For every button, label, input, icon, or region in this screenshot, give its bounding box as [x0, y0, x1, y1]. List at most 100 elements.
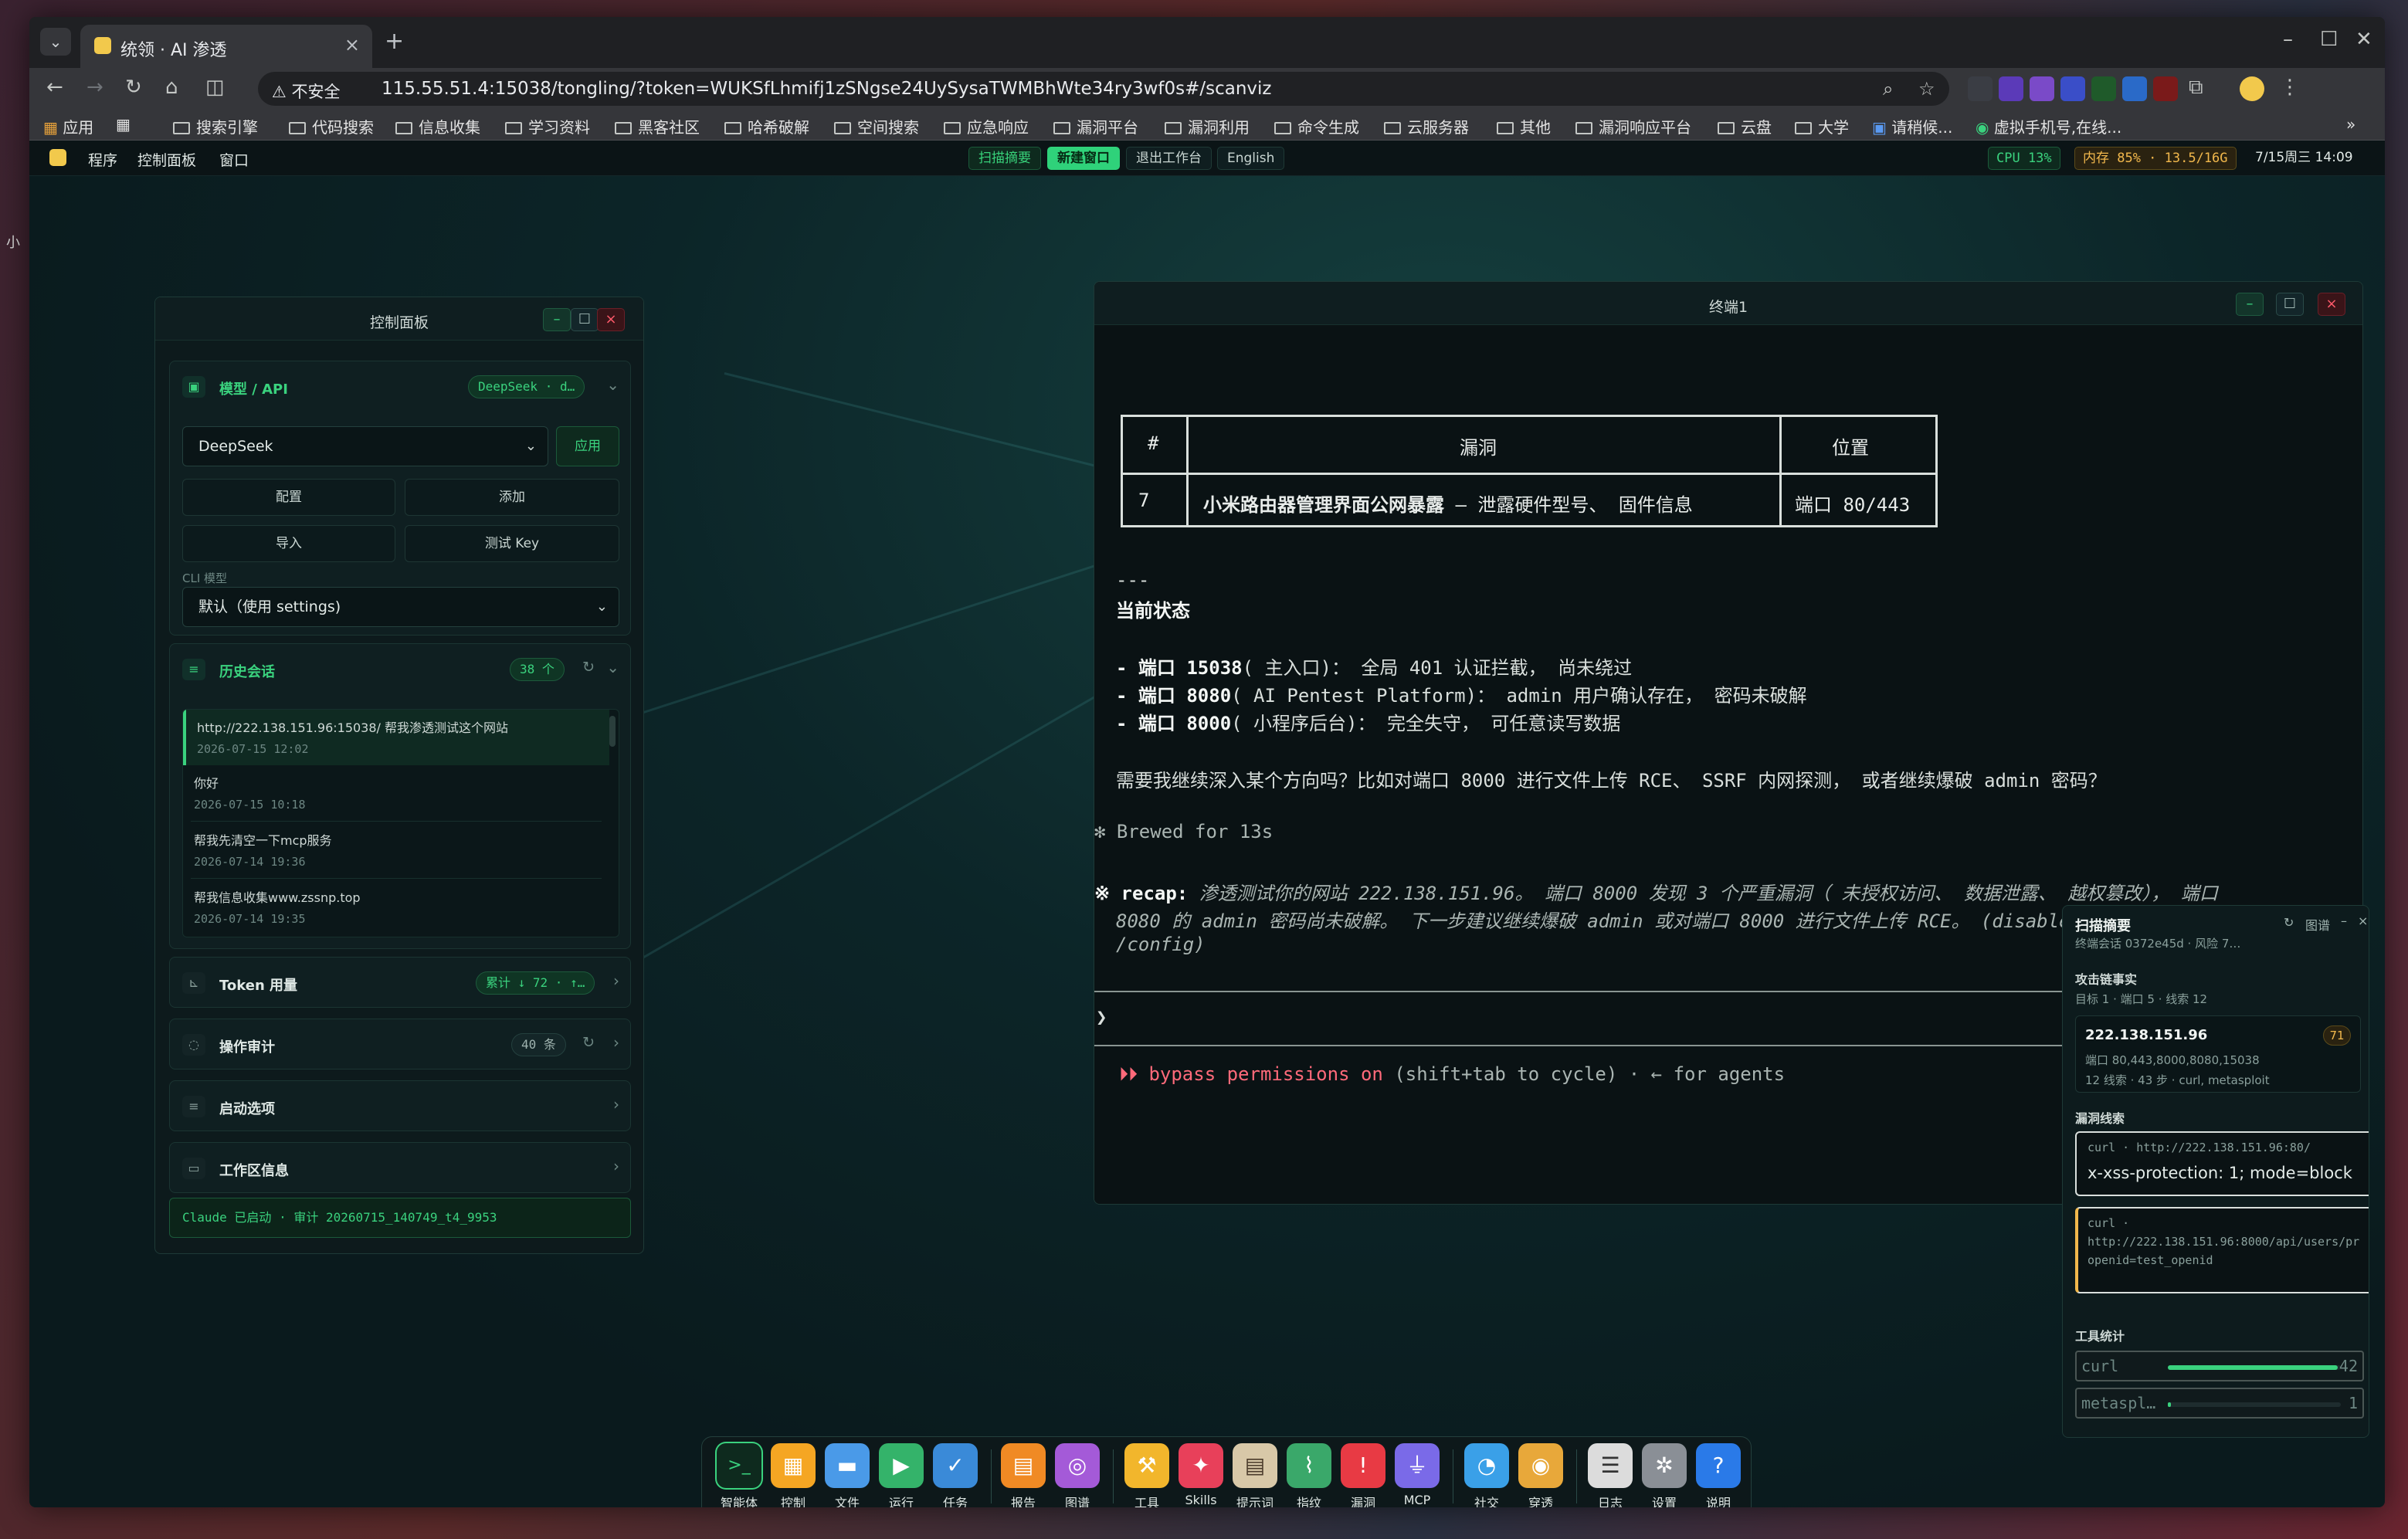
- extension-icon-3[interactable]: [2030, 76, 2054, 101]
- zoom-icon[interactable]: ⌕: [1883, 78, 1893, 100]
- bookmark-folder[interactable]: 云服务器: [1384, 115, 1469, 137]
- window-close-button[interactable]: ✕: [2355, 28, 2372, 51]
- config-button[interactable]: 配置: [182, 479, 395, 516]
- chevron-down-icon[interactable]: ⌄: [606, 375, 619, 394]
- dock-item-logs[interactable]: ☰ 日志: [1586, 1443, 1635, 1507]
- refresh-icon[interactable]: ↻: [582, 1034, 595, 1051]
- bookmark-folder[interactable]: 命令生成: [1274, 115, 1359, 137]
- collapse-icon[interactable]: –: [2341, 914, 2347, 928]
- close-button[interactable]: ×: [2318, 293, 2345, 316]
- maximize-button[interactable]: ☐: [2276, 293, 2304, 316]
- cli-model-select[interactable]: 默认（使用 settings) ⌄: [182, 587, 619, 627]
- language-button[interactable]: English: [1217, 147, 1285, 170]
- minimize-button[interactable]: –: [543, 308, 571, 331]
- dock-item-graph[interactable]: ◎ 图谱: [1053, 1443, 1102, 1507]
- terminal-titlebar[interactable]: 终端1 – ☐ ×: [1094, 282, 2362, 325]
- menu-program[interactable]: 程序: [88, 149, 117, 170]
- grid-icon[interactable]: ▦: [116, 115, 131, 134]
- extension-icon-5[interactable]: [2091, 76, 2116, 101]
- bookmark-folder[interactable]: 云盘: [1718, 115, 1772, 137]
- home-icon[interactable]: ⌂: [165, 76, 178, 99]
- bookmark-folder[interactable]: 空间搜索: [834, 115, 919, 137]
- new-tab-button[interactable]: +: [385, 28, 404, 55]
- extension-icon-2[interactable]: [1999, 76, 2023, 101]
- bookmark-link[interactable]: ◉ 虚拟手机号,在线...: [1976, 115, 2121, 137]
- window-maximize-button[interactable]: ☐: [2320, 28, 2338, 51]
- close-button[interactable]: ×: [597, 308, 625, 331]
- chevron-right-icon[interactable]: ›: [613, 971, 619, 990]
- import-button[interactable]: 导入: [182, 525, 395, 562]
- chevron-right-icon[interactable]: ›: [613, 1157, 619, 1175]
- clue-card[interactable]: curl · http://222.138.151.96:80/ x-xss-p…: [2075, 1131, 2369, 1196]
- history-item[interactable]: http://222.138.151.96:15038/ 帮我渗透测试这个网站 …: [183, 710, 609, 765]
- target-card[interactable]: 222.138.151.96 71 端口 80,443,8000,8080,15…: [2075, 1015, 2361, 1093]
- chevron-down-icon[interactable]: ⌄: [606, 658, 619, 676]
- test-key-button[interactable]: 测试 Key: [405, 525, 619, 562]
- dock-item-settings[interactable]: ✲ 设置: [1640, 1443, 1689, 1507]
- refresh-icon[interactable]: ↻: [2284, 915, 2294, 930]
- scan-summary-button[interactable]: 扫描摘要: [968, 147, 1041, 170]
- bookmark-folder[interactable]: 代码搜索: [289, 115, 374, 137]
- history-item[interactable]: 帮我先清空一下mcp服务 2026-07-14 19:36: [183, 822, 609, 878]
- dock-item-fingerprint[interactable]: ⌇ 指纹: [1284, 1443, 1334, 1507]
- dock-item-tunnel[interactable]: ◉ 穿透: [1516, 1443, 1565, 1507]
- maximize-button[interactable]: ☐: [571, 308, 599, 331]
- chevron-right-icon[interactable]: ›: [613, 1033, 619, 1052]
- address-bar[interactable]: ⚠ 不安全 115.55.51.4:15038/tongling/?token=…: [258, 72, 1949, 106]
- apply-model-button[interactable]: 应用: [556, 426, 619, 466]
- dock-item-prompts[interactable]: ▤ 提示词: [1230, 1443, 1280, 1507]
- split-view-icon[interactable]: ◫: [205, 76, 225, 99]
- history-item[interactable]: 帮我信息收集www.zssnp.top 2026-07-14 19:35: [183, 880, 609, 935]
- bookmarks-overflow-icon[interactable]: »: [2346, 115, 2355, 134]
- bookmark-folder[interactable]: 哈希破解: [724, 115, 809, 137]
- forward-icon[interactable]: →: [86, 76, 103, 99]
- model-section-header[interactable]: ▣ 模型 / API DeepSeek · d… ⌄: [170, 361, 630, 412]
- extension-icon-4[interactable]: [2060, 76, 2085, 101]
- reload-icon[interactable]: ↻: [125, 76, 142, 99]
- bookmark-folder[interactable]: 漏洞响应平台: [1575, 115, 1691, 137]
- bookmark-folder[interactable]: 大学: [1795, 115, 1849, 137]
- app-logo[interactable]: [49, 149, 66, 166]
- browser-menu-icon[interactable]: ⋮: [2280, 76, 2300, 99]
- dock-item-skills[interactable]: ✦ Skills: [1176, 1443, 1226, 1507]
- window-minimize-button[interactable]: –: [2283, 28, 2293, 51]
- dock-item-control[interactable]: ▦ 控制: [768, 1443, 818, 1507]
- bookmark-apps[interactable]: ▦ 应用: [43, 115, 93, 137]
- close-icon[interactable]: ×: [2358, 914, 2368, 928]
- extensions-puzzle-icon[interactable]: ⧉: [2189, 76, 2203, 100]
- model-select[interactable]: DeepSeek ⌄: [182, 426, 548, 466]
- dock-item-files[interactable]: ▬ 文件: [822, 1443, 872, 1507]
- workspace-section-header[interactable]: ▭ 工作区信息 ›: [170, 1143, 630, 1194]
- bookmark-link[interactable]: ▣ 请稍候...: [1872, 115, 1952, 137]
- tab-search-button[interactable]: ⌄: [40, 28, 71, 56]
- startup-section-header[interactable]: ≡ 启动选项 ›: [170, 1081, 630, 1132]
- bookmark-folder[interactable]: 漏洞利用: [1165, 115, 1250, 137]
- insecure-indicator[interactable]: ⚠ 不安全: [272, 80, 341, 103]
- history-item[interactable]: 你好 2026-07-15 10:18: [183, 765, 609, 821]
- dock-item-tools[interactable]: ⚒ 工具: [1122, 1443, 1172, 1507]
- bookmark-folder[interactable]: 黑客社区: [615, 115, 700, 137]
- prompt-input[interactable]: ❯: [1096, 1006, 1107, 1028]
- dock-item-social[interactable]: ◔ 社交: [1462, 1443, 1511, 1507]
- bookmark-folder[interactable]: 漏洞平台: [1053, 115, 1138, 137]
- profile-avatar[interactable]: [2240, 76, 2264, 101]
- exit-workbench-button[interactable]: 退出工作台: [1126, 147, 1212, 170]
- dock-item-run[interactable]: ▶ 运行: [877, 1443, 926, 1507]
- dock-item-mcp[interactable]: ⏚ MCP: [1392, 1443, 1442, 1507]
- token-section-header[interactable]: ⊾ Token 用量 累计 ↓ 72 · ↑… ›: [170, 958, 630, 1008]
- bookmark-folder[interactable]: 其他: [1497, 115, 1551, 137]
- dock-item-vulns[interactable]: ! 漏洞: [1338, 1443, 1388, 1507]
- back-icon[interactable]: ←: [46, 76, 63, 99]
- menu-control-panel[interactable]: 控制面板: [137, 149, 196, 170]
- extension-icon-7[interactable]: [2153, 76, 2178, 101]
- history-section-header[interactable]: ≡ 历史会话 38 个 ↻ ⌄: [170, 644, 630, 695]
- bookmark-folder[interactable]: 学习资料: [505, 115, 590, 137]
- clue-card[interactable]: curl · http://222.138.151.96:8000/api/us…: [2075, 1207, 2369, 1293]
- dock-item-report[interactable]: ▤ 报告: [999, 1443, 1048, 1507]
- bookmark-folder[interactable]: 信息收集: [395, 115, 480, 137]
- bookmark-folder[interactable]: 应急响应: [944, 115, 1029, 137]
- minimize-button[interactable]: –: [2236, 293, 2264, 316]
- chevron-right-icon[interactable]: ›: [613, 1095, 619, 1114]
- menu-window[interactable]: 窗口: [219, 149, 249, 170]
- audit-section-header[interactable]: ◌ 操作审计 40 条 ↻ ›: [170, 1019, 630, 1070]
